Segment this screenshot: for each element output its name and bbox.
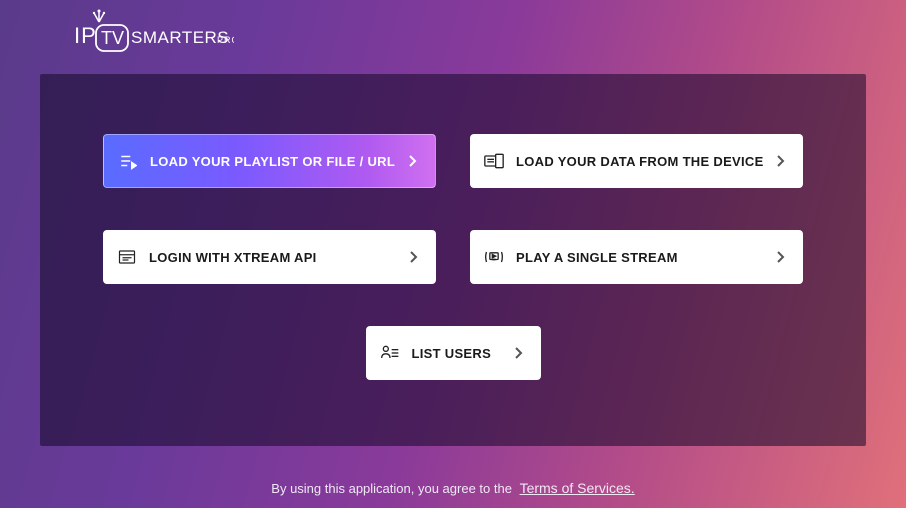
users-icon bbox=[380, 343, 400, 363]
svg-text:SMARTERS: SMARTERS bbox=[131, 28, 229, 47]
load-playlist-button[interactable]: LOAD YOUR PLAYLIST OR FILE / URL bbox=[103, 134, 436, 188]
load-device-button[interactable]: LOAD YOUR DATA FROM THE DEVICE bbox=[470, 134, 803, 188]
footer: By using this application, you agree to … bbox=[0, 480, 906, 496]
single-stream-button[interactable]: PLAY A SINGLE STREAM bbox=[470, 230, 803, 284]
chevron-right-icon bbox=[406, 250, 422, 264]
device-icon bbox=[484, 151, 504, 171]
app-logo: IP TV SMARTERS PRO bbox=[74, 8, 234, 60]
options-row-1: LOAD YOUR PLAYLIST OR FILE / URL LOAD YO… bbox=[103, 134, 803, 188]
playlist-icon bbox=[118, 151, 138, 171]
chevron-right-icon bbox=[773, 250, 789, 264]
svg-text:IP: IP bbox=[74, 23, 97, 48]
chevron-right-icon bbox=[773, 154, 789, 168]
svg-text:TV: TV bbox=[101, 28, 124, 48]
xtream-api-button[interactable]: LOGIN WITH XTREAM API bbox=[103, 230, 436, 284]
button-label: LOAD YOUR DATA FROM THE DEVICE bbox=[516, 154, 773, 169]
chevron-right-icon bbox=[405, 154, 421, 168]
api-icon bbox=[117, 247, 137, 267]
options-row-2: LOGIN WITH XTREAM API PLAY A SINGLE STRE… bbox=[103, 230, 803, 284]
button-label: LIST USERS bbox=[412, 346, 511, 361]
stream-icon bbox=[484, 247, 504, 267]
list-users-button[interactable]: LIST USERS bbox=[366, 326, 541, 380]
main-panel: LOAD YOUR PLAYLIST OR FILE / URL LOAD YO… bbox=[40, 74, 866, 446]
button-label: LOAD YOUR PLAYLIST OR FILE / URL bbox=[150, 154, 405, 169]
svg-text:PRO: PRO bbox=[217, 35, 234, 45]
footer-text: By using this application, you agree to … bbox=[271, 481, 512, 496]
options-row-3: LIST USERS bbox=[366, 326, 541, 380]
chevron-right-icon bbox=[511, 346, 527, 360]
button-label: PLAY A SINGLE STREAM bbox=[516, 250, 773, 265]
button-label: LOGIN WITH XTREAM API bbox=[149, 250, 406, 265]
terms-link[interactable]: Terms of Services. bbox=[520, 480, 635, 496]
